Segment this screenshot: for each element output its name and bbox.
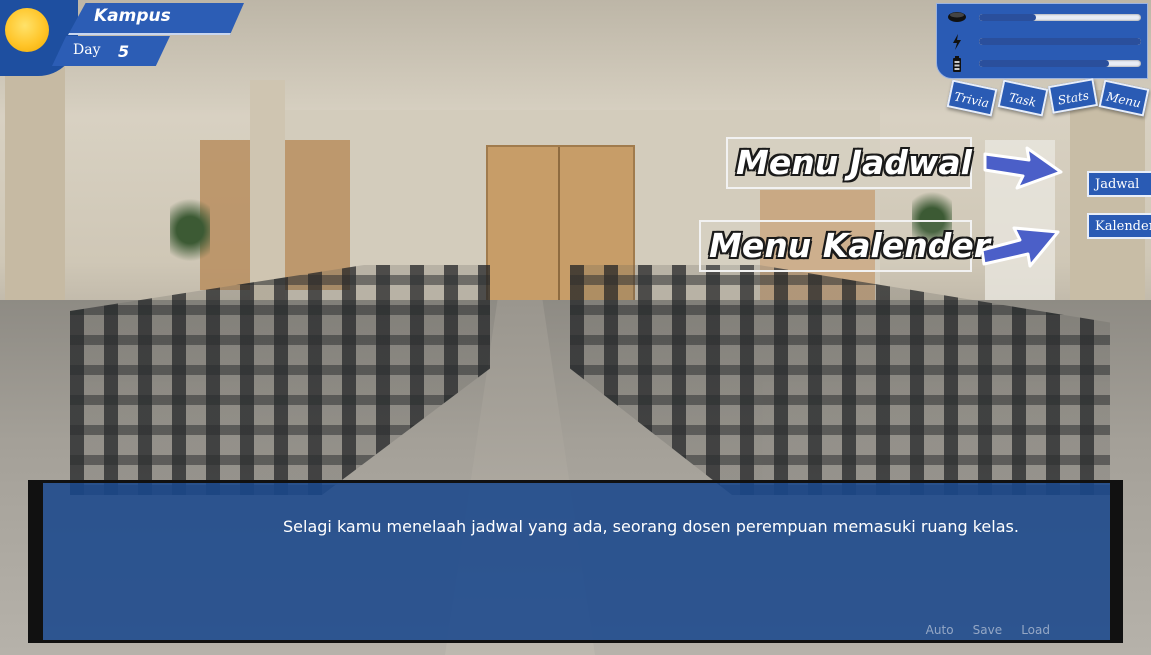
callout-menu-kalender: Menu Kalender [699, 220, 990, 272]
energy-bar [979, 38, 1141, 45]
day-banner [52, 36, 170, 66]
dialogue-text: Selagi kamu menelaah jadwal yang ada, se… [283, 517, 1019, 536]
jadwal-button[interactable]: Jadwal [1087, 171, 1151, 197]
stat-hunger [947, 10, 1143, 26]
location-hud: Kampus Day 5 [0, 0, 250, 80]
save-button[interactable]: Save [973, 623, 1002, 637]
potted-plant [170, 190, 210, 270]
stat-energy [947, 34, 1143, 50]
dialogue-box[interactable]: Selagi kamu menelaah jadwal yang ada, se… [28, 480, 1123, 643]
location-name: Kampus [94, 6, 171, 26]
hunger-bar-fill [979, 14, 1036, 21]
auto-button[interactable]: Auto [926, 623, 954, 637]
day-value: 5 [118, 42, 130, 61]
hunger-bar [979, 14, 1141, 21]
quick-menu: Auto Save Load [912, 619, 1050, 638]
callout-menu-jadwal: Menu Jadwal [726, 137, 972, 189]
energy-bar-fill [979, 38, 1141, 45]
arrow-right-icon [983, 146, 1063, 190]
food-bowl-icon [947, 10, 967, 26]
stat-battery [947, 56, 1143, 72]
battery-bar [979, 60, 1141, 67]
stats-panel [936, 3, 1148, 79]
kalender-button[interactable]: Kalender [1087, 213, 1151, 239]
day-label: Day [73, 42, 101, 58]
arrow-right-icon [980, 226, 1060, 268]
sun-icon [5, 8, 49, 52]
lightning-icon [947, 34, 967, 50]
load-button[interactable]: Load [1021, 623, 1050, 637]
battery-bar-fill [979, 60, 1109, 67]
battery-icon [947, 56, 967, 72]
